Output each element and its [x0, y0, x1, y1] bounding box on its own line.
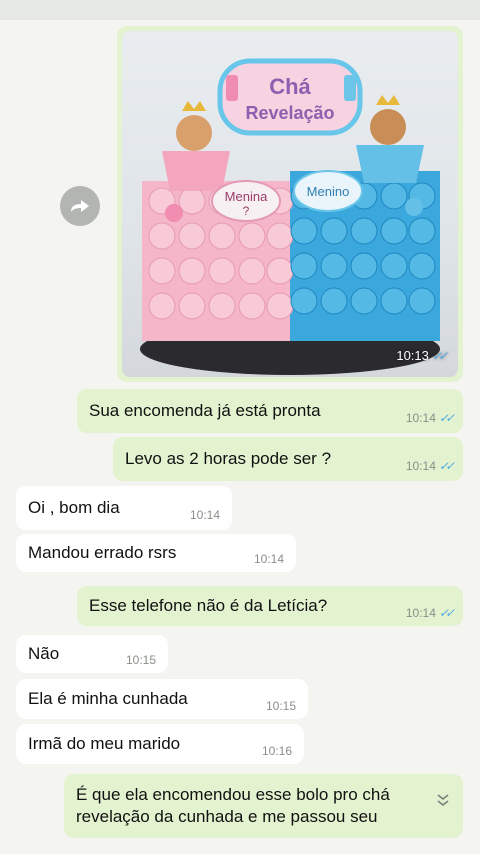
message-bubble-incoming[interactable]: Mandou errado rsrs 10:14	[16, 534, 296, 572]
tag-menino: Menino	[307, 184, 350, 199]
message-bubble-incoming[interactable]: Oi , bom dia 10:14	[16, 486, 232, 530]
message-bubble-incoming[interactable]: Não 10:15	[16, 635, 168, 673]
topper-line2: Revelação	[245, 103, 334, 123]
message-bubble-incoming[interactable]: Ela é minha cunhada 10:15	[16, 679, 308, 719]
message-time: 10:14 ✓✓	[405, 459, 455, 473]
read-ticks-icon: ✓✓	[431, 348, 448, 363]
message-bubble-incoming[interactable]: Irmã do meu marido 10:16	[16, 724, 304, 764]
message-time: 10:16	[261, 744, 292, 758]
message-text: Irmã do meu marido	[28, 734, 181, 753]
tag-menina-sub: ?	[243, 204, 250, 218]
message-text: Oi , bom dia	[28, 498, 120, 517]
message-text: Esse telefone não é da Letícia?	[89, 596, 328, 615]
message-text: Mandou errado rsrs	[28, 543, 177, 562]
read-ticks-icon: ✓✓	[438, 606, 455, 620]
topper-line1: Chá	[269, 74, 311, 99]
image-message-bubble[interactable]: Chá Revelação Menina ? Menino 10:13 ✓✓	[117, 26, 463, 382]
message-time: 10:15	[125, 653, 156, 667]
message-bubble-outgoing[interactable]: Levo as 2 horas pode ser ? 10:14 ✓✓	[113, 437, 463, 481]
message-bubble-outgoing[interactable]: Esse telefone não é da Letícia? 10:14 ✓✓	[77, 586, 463, 626]
message-time: 10:14	[189, 508, 220, 522]
message-time: 10:14 ✓✓	[405, 606, 455, 620]
message-text: Ela é minha cunhada	[28, 689, 188, 708]
read-ticks-icon: ✓✓	[438, 459, 455, 473]
message-bubble-outgoing[interactable]: É que ela encomendou esse bolo pro chá r…	[64, 774, 463, 838]
message-text: Sua encomenda já está pronta	[89, 401, 321, 420]
status-bar	[0, 0, 480, 20]
message-text: Não	[28, 644, 60, 663]
cake-photo[interactable]: Chá Revelação Menina ? Menino 10:13 ✓✓	[122, 31, 458, 377]
message-time: 10:14 ✓✓	[405, 411, 455, 425]
forward-icon	[71, 200, 89, 212]
message-time: 10:15	[265, 699, 296, 713]
read-ticks-icon: ✓✓	[438, 411, 455, 425]
image-timestamp: 10:13 ✓✓	[396, 348, 448, 363]
message-text: É que ela encomendou esse bolo pro chá r…	[76, 785, 390, 826]
forward-button[interactable]	[60, 186, 100, 226]
message-text: Levo as 2 horas pode ser ?	[125, 449, 332, 468]
chevron-double-down-icon[interactable]	[435, 792, 451, 808]
tag-menina: Menina	[225, 189, 268, 204]
message-time: 10:14	[253, 552, 284, 566]
message-bubble-outgoing[interactable]: Sua encomenda já está pronta 10:14 ✓✓	[77, 389, 463, 433]
